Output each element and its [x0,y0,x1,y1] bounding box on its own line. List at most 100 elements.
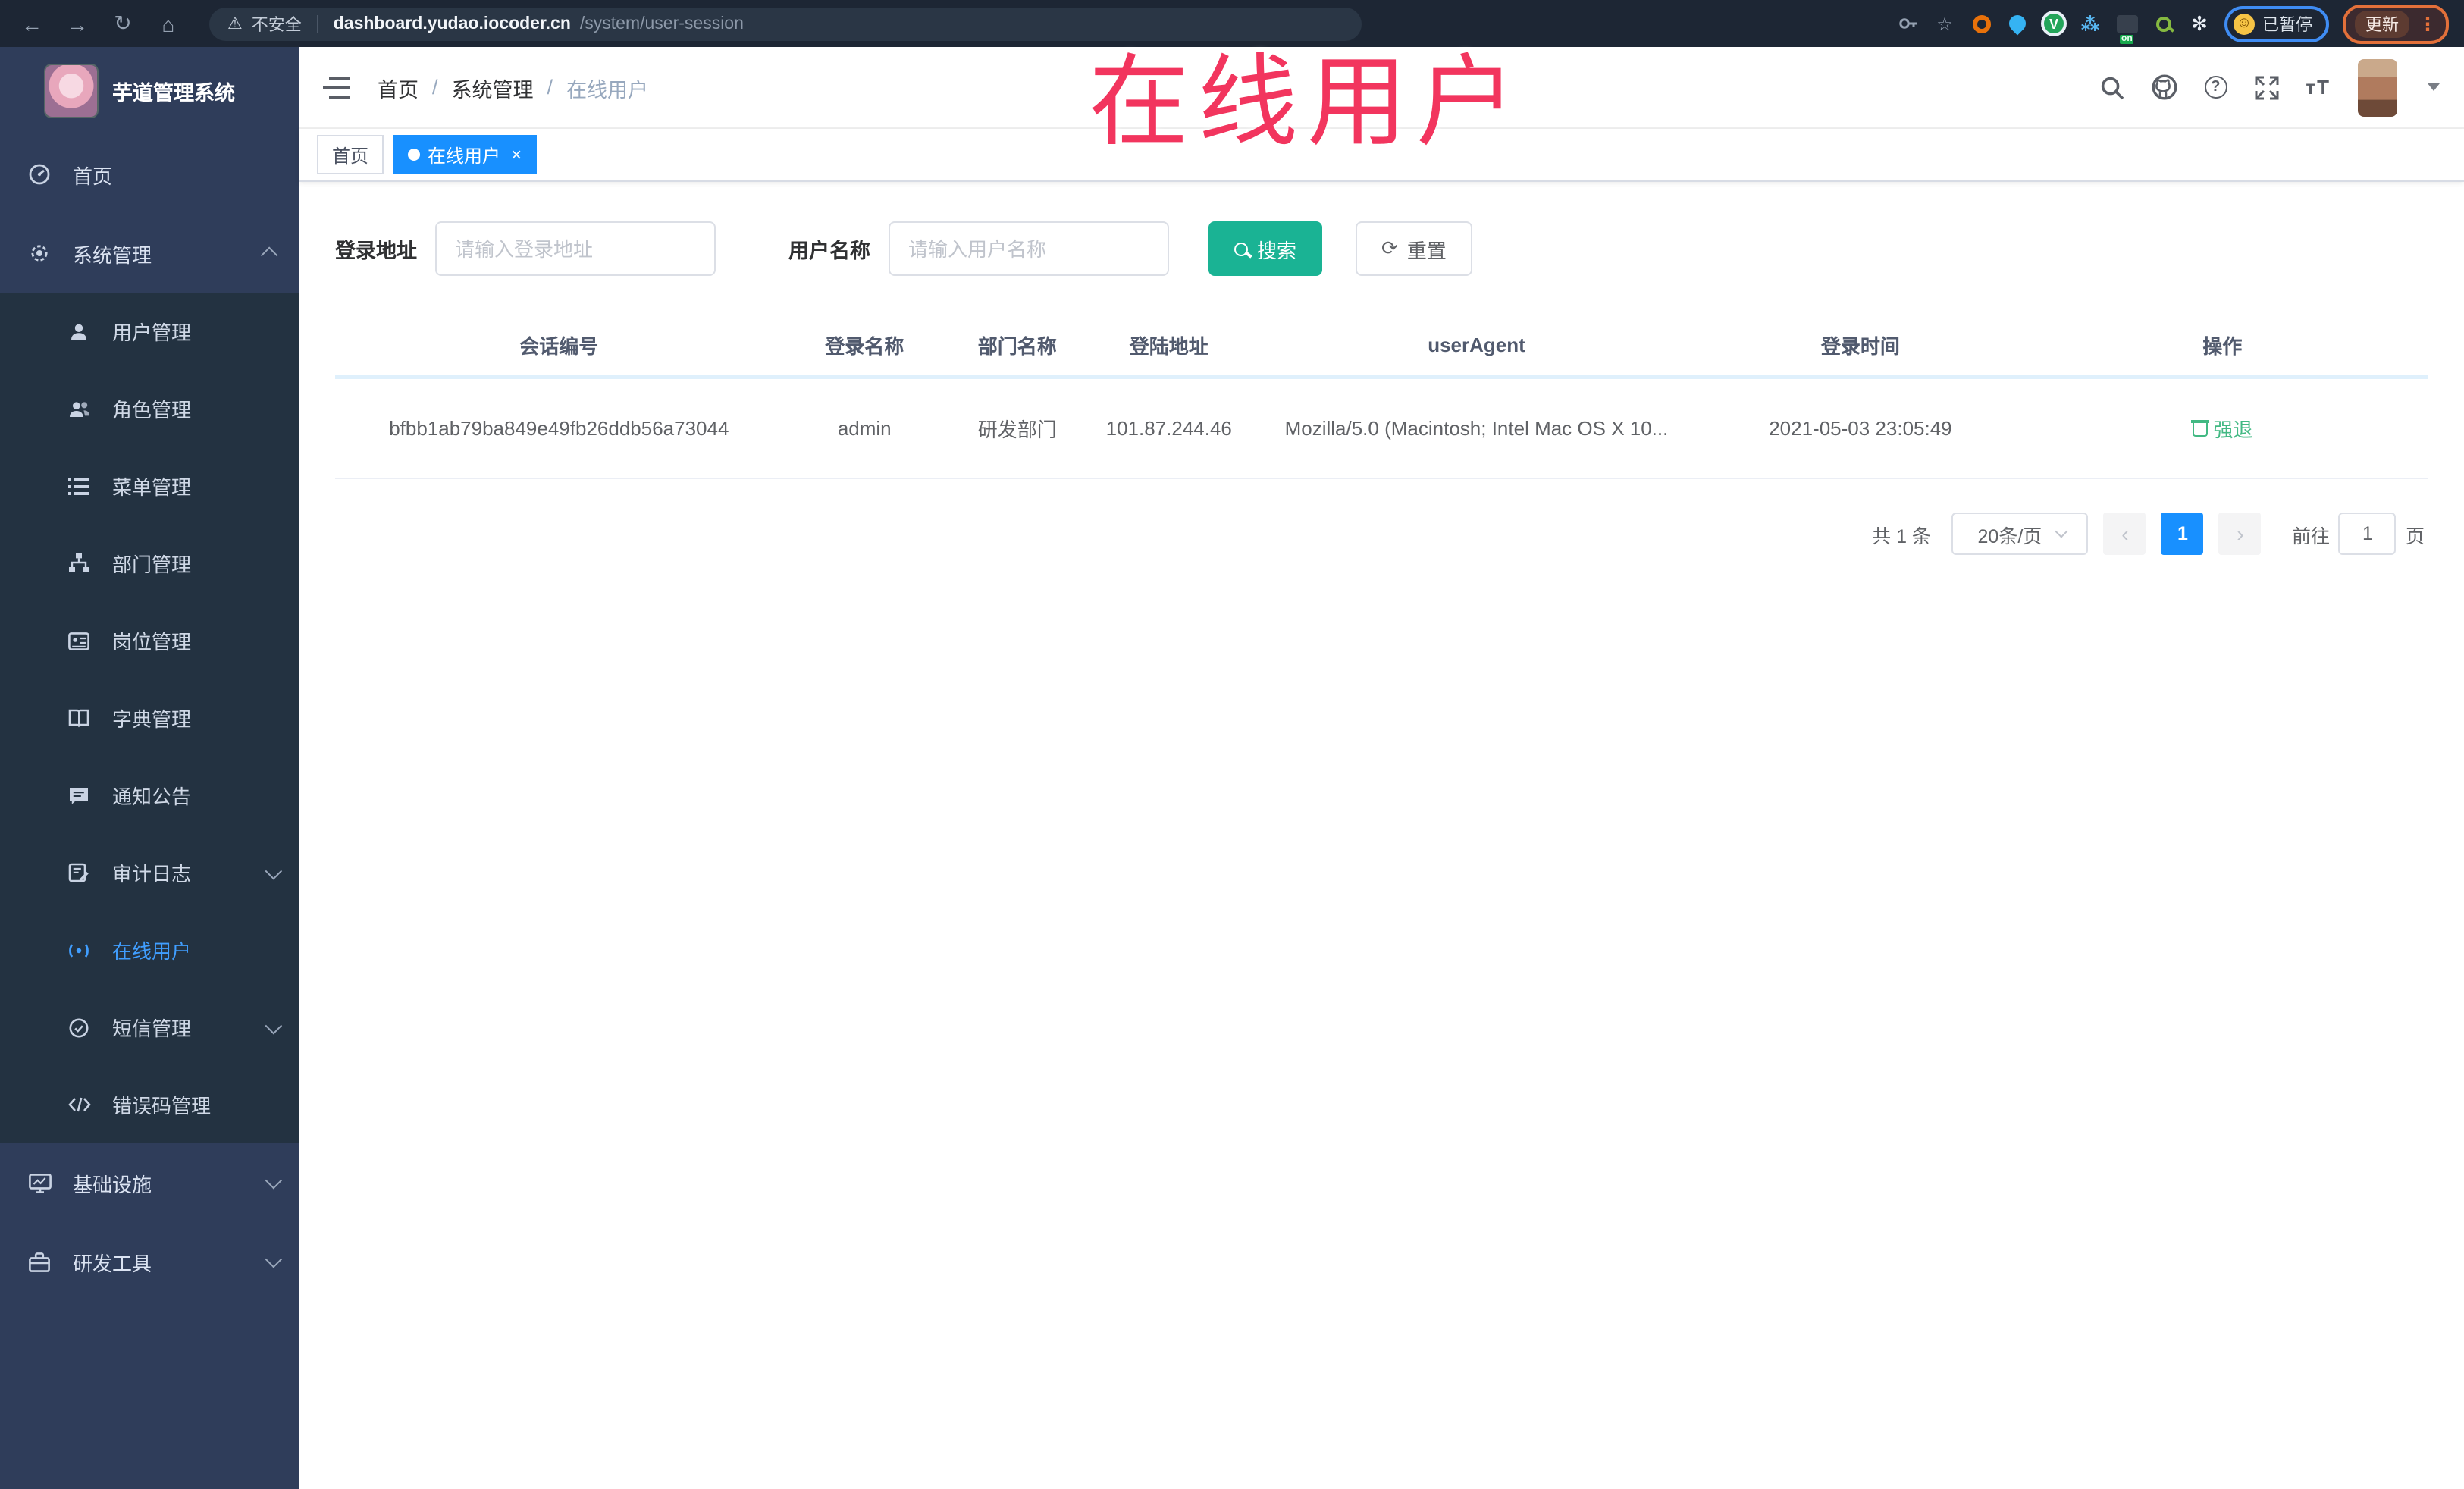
reload-icon[interactable]: ↻ [106,11,140,36]
sidebar-item-menu-mgmt[interactable]: 菜单管理 [0,447,299,525]
sidebar-item-role-mgmt[interactable]: 角色管理 [0,370,299,447]
cell-login-time: 2021-05-03 23:05:49 [1769,417,1952,440]
divider [316,14,318,33]
extension-blue-drop-icon[interactable] [2005,11,2030,36]
sidebar-item-post-mgmt[interactable]: 岗位管理 [0,602,299,679]
sidebar-item-label: 菜单管理 [112,476,192,499]
address-bar[interactable]: ⚠ 不安全 dashboard.yudao.iocoder.cn/system/… [209,7,1362,40]
list-icon [67,477,91,495]
caret-down-icon[interactable] [2428,83,2440,91]
sidebar-item-notice[interactable]: 通知公告 [0,757,299,834]
fullscreen-icon[interactable] [2254,75,2278,99]
tag-label: 在线用户 [428,145,501,166]
clipboard-pen-icon [67,863,91,882]
app-header: 首页 / 系统管理 / 在线用户 ? тT [299,47,2464,129]
tag-home[interactable]: 首页 [317,135,384,174]
chevron-up-icon [260,246,278,265]
search-button-label: 搜索 [1257,239,1297,262]
forward-icon[interactable]: → [61,11,94,36]
github-icon[interactable] [2151,74,2177,100]
profile-paused-chip[interactable]: ☺ 已暂停 [2224,5,2329,42]
col-login-addr: 登陆地址 [1129,335,1208,358]
cell-session-id: bfbb1ab79ba849e49fb26ddb56a73044 [389,417,729,440]
sidebar-item-dev-tools[interactable]: 研发工具 [0,1222,299,1301]
select-arrow-icon [2054,525,2067,538]
book-icon [67,708,91,728]
cell-login-addr: 101.87.244.46 [1105,417,1232,440]
extension-blue-twins-icon[interactable]: ⁂ [2079,12,2102,35]
tag-online-users[interactable]: 在线用户 × [393,135,538,174]
breadcrumb-current: 在线用户 [566,78,649,101]
chevron-down-icon [265,1250,283,1268]
update-group[interactable]: 更新 ⋮ [2343,4,2449,43]
app-logo-row[interactable]: 芋道管理系统 [0,47,299,135]
reset-button[interactable]: ⟳ 重置 [1356,221,1472,276]
page-size-value: 20条/页 [1977,525,2042,547]
sidebar-item-label: 短信管理 [112,1017,192,1040]
password-key-icon[interactable] [1897,12,1920,35]
extension-dark-on-icon[interactable]: on [2115,12,2138,44]
help-icon[interactable]: ? [2204,76,2227,99]
login-addr-label: 登录地址 [335,240,417,262]
tag-label: 首页 [332,145,369,166]
trash-icon [2190,420,2209,437]
page-size-select[interactable]: 20条/页 [1951,513,2089,555]
total-count: 共 1 条 [1872,525,1931,547]
page-content: 登录地址 用户名称 搜索 ⟳ 重置 会话编号 [299,182,2464,1489]
toolbox-icon [27,1252,52,1271]
id-card-icon [67,632,91,650]
sidebar-item-user-mgmt[interactable]: 用户管理 [0,293,299,370]
back-icon[interactable]: ← [15,11,49,36]
bookmark-star-icon[interactable]: ☆ [1933,12,1956,35]
force-logout-button[interactable]: 强退 [2190,414,2253,443]
force-logout-label: 强退 [2213,418,2253,441]
sidebar-toggle-icon[interactable] [323,77,350,98]
cell-dept-name: 研发部门 [977,418,1057,441]
filter-form: 登录地址 用户名称 搜索 ⟳ 重置 [335,221,2428,276]
home-icon[interactable]: ⌂ [152,11,185,36]
search-button[interactable]: 搜索 [1208,221,1323,276]
sidebar-item-online-users[interactable]: 在线用户 [0,911,299,989]
gear-icon [27,243,52,264]
col-login-name: 登录名称 [825,335,904,358]
prev-page-button[interactable]: ‹ [2103,513,2146,555]
sidebar-item-label: 岗位管理 [112,631,192,654]
sidebar-item-infrastructure[interactable]: 基础设施 [0,1143,299,1222]
username-input[interactable] [889,221,1169,276]
sidebar-item-system[interactable]: 系统管理 [0,214,299,293]
dashboard-icon [27,164,52,185]
sidebar-item-errcode-mgmt[interactable]: 错误码管理 [0,1066,299,1143]
goto-page-input[interactable] [2338,513,2397,555]
breadcrumb-home[interactable]: 首页 [378,72,419,102]
font-size-icon[interactable]: тT [2306,76,2331,99]
clock-check-icon [67,1017,91,1038]
sidebar-item-dict-mgmt[interactable]: 字典管理 [0,679,299,757]
table-row: bfbb1ab79ba849e49fb26ddb56a73044 admin 研… [335,379,2428,479]
sessions-table: 会话编号 登录名称 部门名称 登陆地址 userAgent 登录时间 操作 bf… [335,315,2428,479]
extension-green-v-icon[interactable]: V [2042,12,2065,35]
sidebar-item-label: 字典管理 [112,708,192,731]
avatar[interactable] [2358,58,2397,116]
extension-orange-icon[interactable] [1970,12,1992,35]
tag-close-icon[interactable]: × [511,146,522,164]
org-tree-icon [67,553,91,573]
search-icon[interactable] [2099,75,2124,99]
next-page-button[interactable]: › [2218,513,2262,555]
sidebar-item-home[interactable]: 首页 [0,135,299,214]
sidebar-item-audit-log[interactable]: 审计日志 [0,834,299,911]
extension-green-magnifier-icon[interactable] [2152,12,2174,35]
sidebar-item-label: 在线用户 [112,940,192,963]
sidebar-item-dept-mgmt[interactable]: 部门管理 [0,525,299,602]
cell-login-name: admin [837,417,892,440]
monitor-icon [27,1173,52,1193]
browser-menu-icon[interactable]: ⋮ [2419,13,2437,34]
paused-label: 已暂停 [2262,16,2312,34]
breadcrumb-system[interactable]: 系统管理 [452,72,534,102]
login-addr-input[interactable] [435,221,716,276]
extension-flower-icon[interactable]: ✻ [2188,11,2211,35]
update-button[interactable]: 更新 [2355,10,2409,37]
sidebar-item-sms-mgmt[interactable]: 短信管理 [0,989,299,1066]
sidebar-item-label: 通知公告 [112,785,192,808]
current-page[interactable]: 1 [2161,513,2204,555]
chevron-down-icon [265,1171,283,1190]
